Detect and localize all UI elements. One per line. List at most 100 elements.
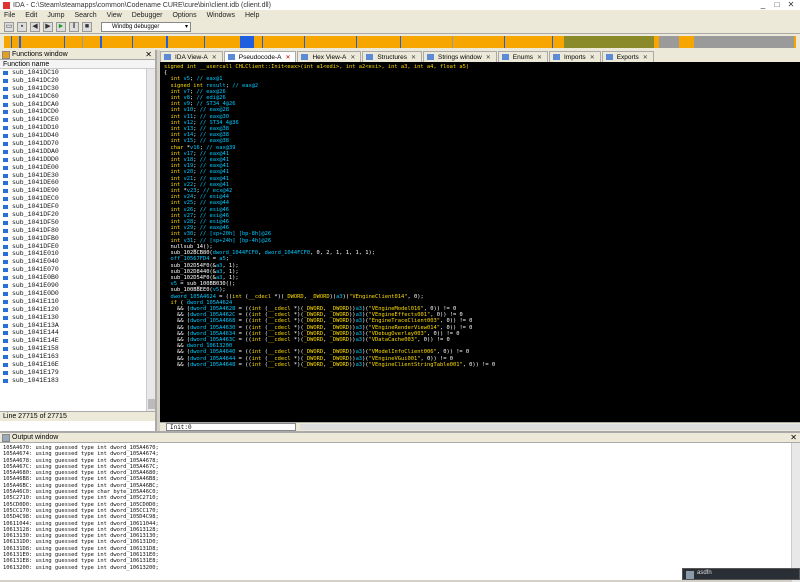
- function-list-item[interactable]: sub_1041DCD0: [0, 108, 155, 116]
- code-line[interactable]: && (dword_105A4648 = ((int (__cdecl *)(_…: [164, 362, 796, 368]
- maximize-button[interactable]: □: [770, 0, 784, 9]
- pause-icon[interactable]: ‖: [69, 21, 79, 32]
- play-icon[interactable]: ►: [56, 21, 66, 32]
- function-list-item[interactable]: sub_1041DD10: [0, 124, 155, 132]
- tab-imports[interactable]: Imports ✕: [549, 51, 601, 62]
- menu-windows[interactable]: Windows: [207, 12, 235, 19]
- function-list-item[interactable]: sub_1041E070: [0, 266, 155, 274]
- tab-hex-view-a[interactable]: Hex View-A ✕: [297, 51, 362, 62]
- function-list-item[interactable]: sub_1041E158: [0, 345, 155, 353]
- function-list-item[interactable]: sub_1041DDD0: [0, 156, 155, 164]
- function-list-item[interactable]: sub_1041DC10: [0, 69, 155, 77]
- pseudocode-view[interactable]: signed int __usercall CHLClient::Init<ea…: [160, 62, 800, 422]
- close-icon[interactable]: ✕: [790, 433, 797, 443]
- forward-icon[interactable]: ▶: [43, 21, 53, 32]
- function-list-item[interactable]: sub_1041DFB0: [0, 235, 155, 243]
- tab-close-icon[interactable]: ✕: [643, 55, 648, 61]
- function-list-item[interactable]: sub_1041DEC0: [0, 195, 155, 203]
- tab-close-icon[interactable]: ✕: [285, 55, 290, 61]
- function-list-item[interactable]: sub_1041DE00: [0, 164, 155, 172]
- open-icon[interactable]: ▭: [4, 21, 14, 32]
- menu-edit[interactable]: Edit: [25, 12, 37, 19]
- function-list-item[interactable]: sub_1041E120: [0, 306, 155, 314]
- chevron-down-icon: ▾: [184, 23, 188, 30]
- output-scrollbar[interactable]: [791, 443, 800, 582]
- stop-icon[interactable]: ■: [82, 21, 92, 32]
- function-list: sub_1041DC10 sub_1041DC20 sub_1041DC30 sub_…: [0, 69, 155, 411]
- tab-close-icon[interactable]: ✕: [537, 55, 542, 61]
- tab-strings-window[interactable]: Strings window ✕: [423, 51, 497, 62]
- function-list-item[interactable]: sub_1041E0D0: [0, 290, 155, 298]
- tab-close-icon[interactable]: ✕: [212, 55, 217, 61]
- function-list-item[interactable]: sub_1041DDA0: [0, 148, 155, 156]
- save-icon[interactable]: ▪: [17, 21, 27, 32]
- navigation-strip[interactable]: [4, 36, 796, 48]
- function-list-item[interactable]: sub_1041E0B0: [0, 274, 155, 282]
- debugger-select-value: Windbg debugger: [112, 23, 160, 30]
- function-list-item[interactable]: sub_1041DEF0: [0, 203, 155, 211]
- function-list-item[interactable]: sub_1041E163: [0, 353, 155, 361]
- function-list-item[interactable]: sub_1041DFE0: [0, 243, 155, 251]
- tab-ida-view-a[interactable]: IDA View-A ✕: [160, 51, 223, 62]
- function-list-item[interactable]: sub_1041DC20: [0, 77, 155, 85]
- function-list-item[interactable]: sub_1041E183: [0, 377, 155, 385]
- function-list-item[interactable]: sub_1041DF50: [0, 219, 155, 227]
- function-list-item[interactable]: sub_1041DCA0: [0, 101, 155, 109]
- function-list-item[interactable]: sub_1041E090: [0, 282, 155, 290]
- function-list-item[interactable]: sub_1041DD40: [0, 132, 155, 140]
- function-list-item[interactable]: sub_1041E144: [0, 329, 155, 337]
- menu-help[interactable]: Help: [245, 12, 259, 19]
- tab-structures[interactable]: Structures ✕: [362, 51, 422, 62]
- function-name-column-header[interactable]: Function name: [0, 60, 155, 69]
- tab-label: Enums: [512, 54, 533, 61]
- menu-options[interactable]: Options: [172, 12, 196, 19]
- function-list-item[interactable]: sub_1041E16E: [0, 361, 155, 369]
- function-list-item[interactable]: sub_1041DF80: [0, 227, 155, 235]
- function-list-item[interactable]: sub_1041DF20: [0, 211, 155, 219]
- back-icon[interactable]: ◀: [30, 21, 40, 32]
- function-list-item[interactable]: sub_1041E130: [0, 314, 155, 322]
- function-list-item[interactable]: sub_1041DE60: [0, 179, 155, 187]
- menu-search[interactable]: Search: [74, 12, 96, 19]
- tab-close-icon[interactable]: ✕: [350, 55, 355, 61]
- address-box[interactable]: Init:0: [166, 423, 296, 431]
- scrollbar-thumb[interactable]: [148, 399, 155, 409]
- chat-notification[interactable]: asdfn: [682, 568, 800, 580]
- tab-close-icon[interactable]: ✕: [486, 55, 491, 61]
- close-button[interactable]: ✕: [784, 0, 798, 9]
- function-list-item[interactable]: sub_1041DC60: [0, 93, 155, 101]
- function-list-item[interactable]: sub_1041DE30: [0, 172, 155, 180]
- tab-close-icon[interactable]: ✕: [411, 55, 416, 61]
- debugger-select[interactable]: Windbg debugger ▾: [101, 21, 191, 32]
- output-window: Output window ✕ 105A4670: using guessed …: [0, 431, 800, 582]
- close-icon[interactable]: ✕: [145, 50, 152, 60]
- function-list-item[interactable]: sub_1041E010: [0, 250, 155, 258]
- navigation-segment: [64, 36, 65, 48]
- window-title: IDA - C:\Steam\steamapps\common\Codename…: [13, 1, 271, 9]
- function-list-item[interactable]: sub_1041DCE0: [0, 116, 155, 124]
- function-list-item[interactable]: sub_1041DD70: [0, 140, 155, 148]
- tab-pseudocode-a[interactable]: Pseudocode-A ✕: [223, 51, 297, 62]
- function-list-item[interactable]: sub_1041E14E: [0, 337, 155, 345]
- tab-close-icon[interactable]: ✕: [590, 55, 595, 61]
- output-line: 10613200: using guessed type int dword_1…: [3, 564, 159, 571]
- function-list-item[interactable]: sub_1041E13A: [0, 322, 155, 330]
- tab-icon: [164, 54, 171, 60]
- menu-debugger[interactable]: Debugger: [132, 12, 163, 19]
- function-list-item[interactable]: sub_1041DE90: [0, 187, 155, 195]
- menu-file[interactable]: File: [4, 12, 15, 19]
- horizontal-scrollbar[interactable]: [300, 424, 800, 430]
- function-list-item[interactable]: sub_1041E179: [0, 369, 155, 377]
- minimize-button[interactable]: _: [756, 0, 770, 9]
- function-list-item[interactable]: sub_1041E110: [0, 298, 155, 306]
- tab-enums[interactable]: Enums ✕: [497, 51, 549, 62]
- functions-icon: [2, 51, 10, 59]
- tab-exports[interactable]: Exports ✕: [601, 51, 654, 62]
- navigation-band: [0, 34, 800, 50]
- function-list-item[interactable]: sub_1041DC30: [0, 85, 155, 93]
- tab-icon: [427, 54, 434, 60]
- menu-view[interactable]: View: [107, 12, 122, 19]
- menu-jump[interactable]: Jump: [47, 12, 64, 19]
- function-list-item[interactable]: sub_1041E040: [0, 258, 155, 266]
- tab-label: Strings window: [438, 54, 482, 61]
